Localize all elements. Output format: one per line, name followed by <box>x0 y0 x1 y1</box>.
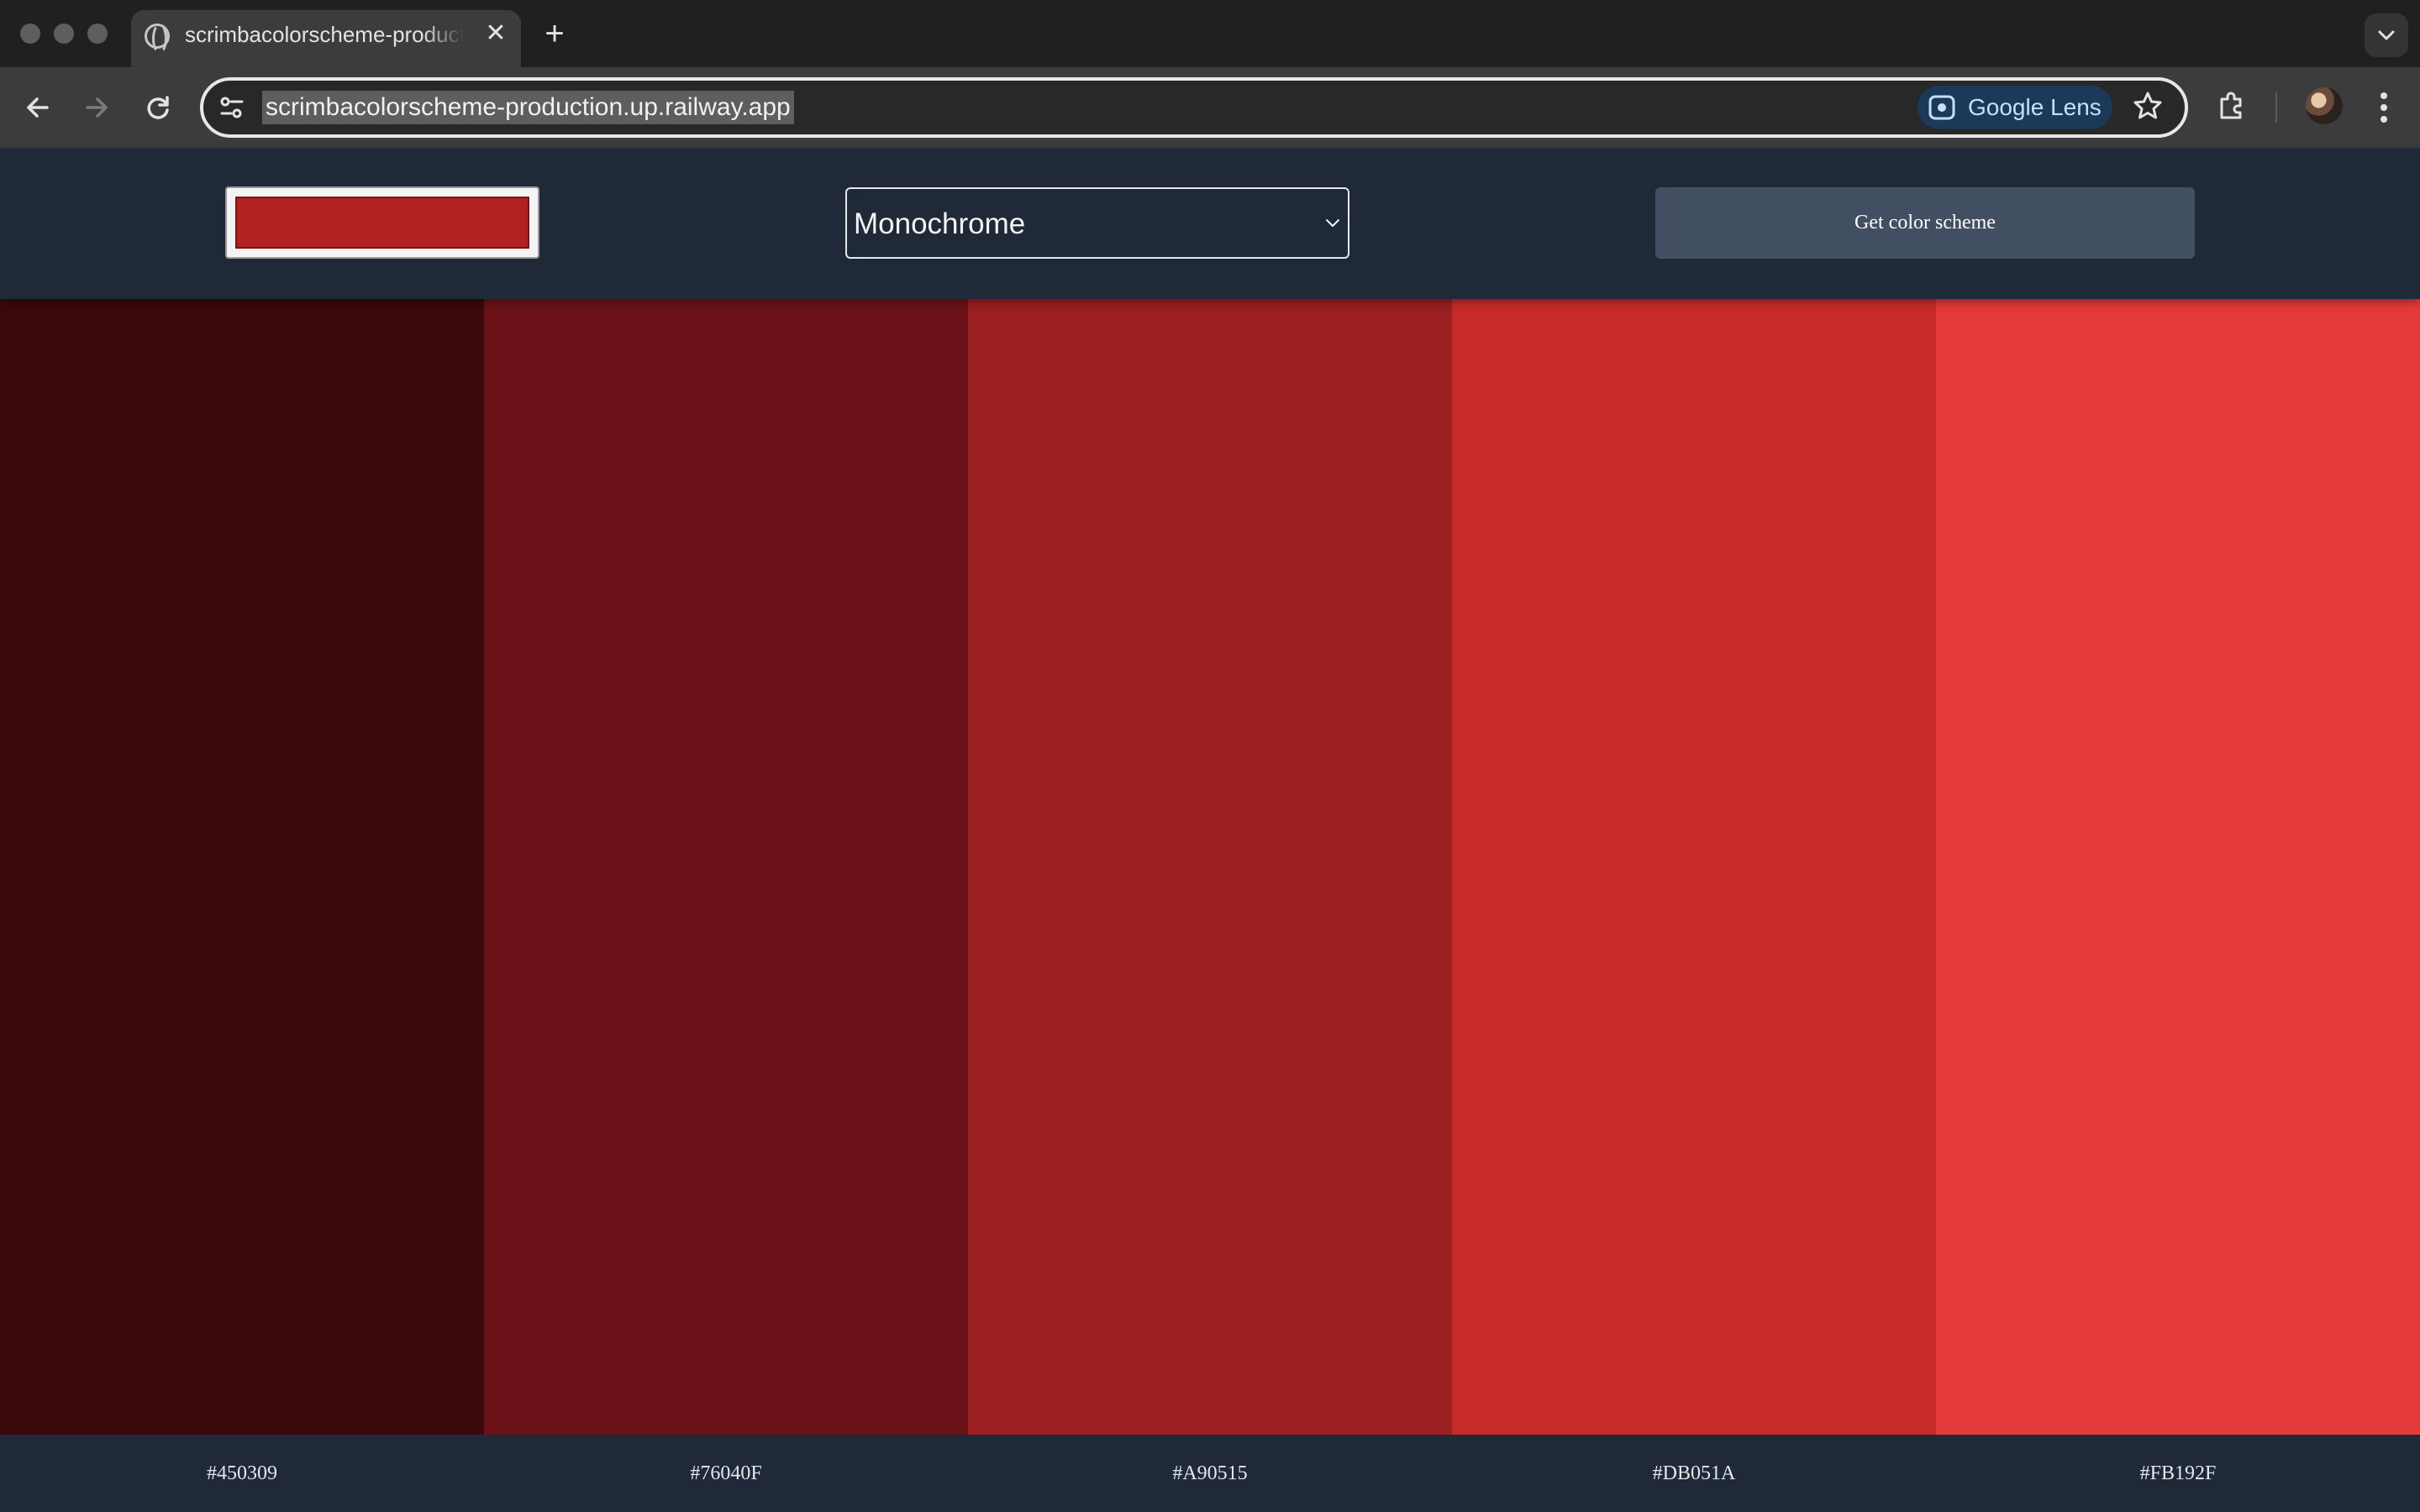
close-tab-icon[interactable]: ✕ <box>481 18 511 49</box>
reload-icon <box>147 96 169 119</box>
palette-color-1[interactable] <box>0 299 484 1435</box>
google-lens-label: Google Lens <box>1968 94 2102 120</box>
hex-code-bar: #450309 #76040F #A90515 #DB051A #FB192F <box>0 1435 2420 1512</box>
reload-button[interactable] <box>138 87 178 128</box>
new-tab-icon[interactable]: + <box>538 17 571 50</box>
browser-menu-icon[interactable] <box>2371 87 2396 128</box>
get-color-scheme-button[interactable]: Get color scheme <box>1655 187 2195 259</box>
hex-code-2[interactable]: #76040F <box>484 1435 968 1512</box>
palette-color-2[interactable] <box>484 299 968 1435</box>
lens-icon <box>1928 95 1955 120</box>
tab-title: scrimbacolorscheme-production.up.railway… <box>185 22 464 47</box>
forward-arrow-icon <box>86 97 108 118</box>
chevron-down-icon <box>2378 30 2395 40</box>
toolbar-separator <box>2275 92 2277 123</box>
window-minimize-control[interactable] <box>54 24 74 44</box>
palette-color-5[interactable] <box>1936 299 2420 1435</box>
window-zoom-control[interactable] <box>87 24 108 44</box>
chevron-down-icon <box>1326 219 1339 227</box>
window-close-control[interactable] <box>20 24 40 44</box>
scheme-mode-select[interactable]: Monochrome <box>845 187 1349 259</box>
google-lens-button[interactable]: Google Lens <box>1918 86 2112 129</box>
back-button[interactable] <box>17 87 57 128</box>
seed-color-swatch <box>235 197 529 249</box>
palette-color-3[interactable] <box>968 299 1452 1435</box>
profile-avatar[interactable] <box>2306 87 2343 124</box>
tab-search-button[interactable] <box>2365 13 2408 57</box>
globe-icon <box>145 24 170 54</box>
color-palette <box>0 299 2420 1435</box>
back-arrow-icon <box>27 97 49 118</box>
hex-code-5[interactable]: #FB192F <box>1936 1435 2420 1512</box>
seed-color-picker[interactable] <box>225 186 539 259</box>
hex-code-3[interactable]: #A90515 <box>968 1435 1452 1512</box>
scheme-mode-value: Monochrome <box>854 207 1026 240</box>
palette-color-4[interactable] <box>1452 299 1936 1435</box>
site-info-icon[interactable] <box>217 92 247 123</box>
bookmark-star-icon[interactable] <box>2131 89 2165 127</box>
extensions-icon[interactable] <box>2215 89 2249 127</box>
forward-button[interactable] <box>77 87 118 128</box>
hex-code-4[interactable]: #DB051A <box>1452 1435 1936 1512</box>
url-text[interactable]: scrimbacolorscheme-production.up.railway… <box>262 91 794 124</box>
hex-code-1[interactable]: #450309 <box>0 1435 484 1512</box>
